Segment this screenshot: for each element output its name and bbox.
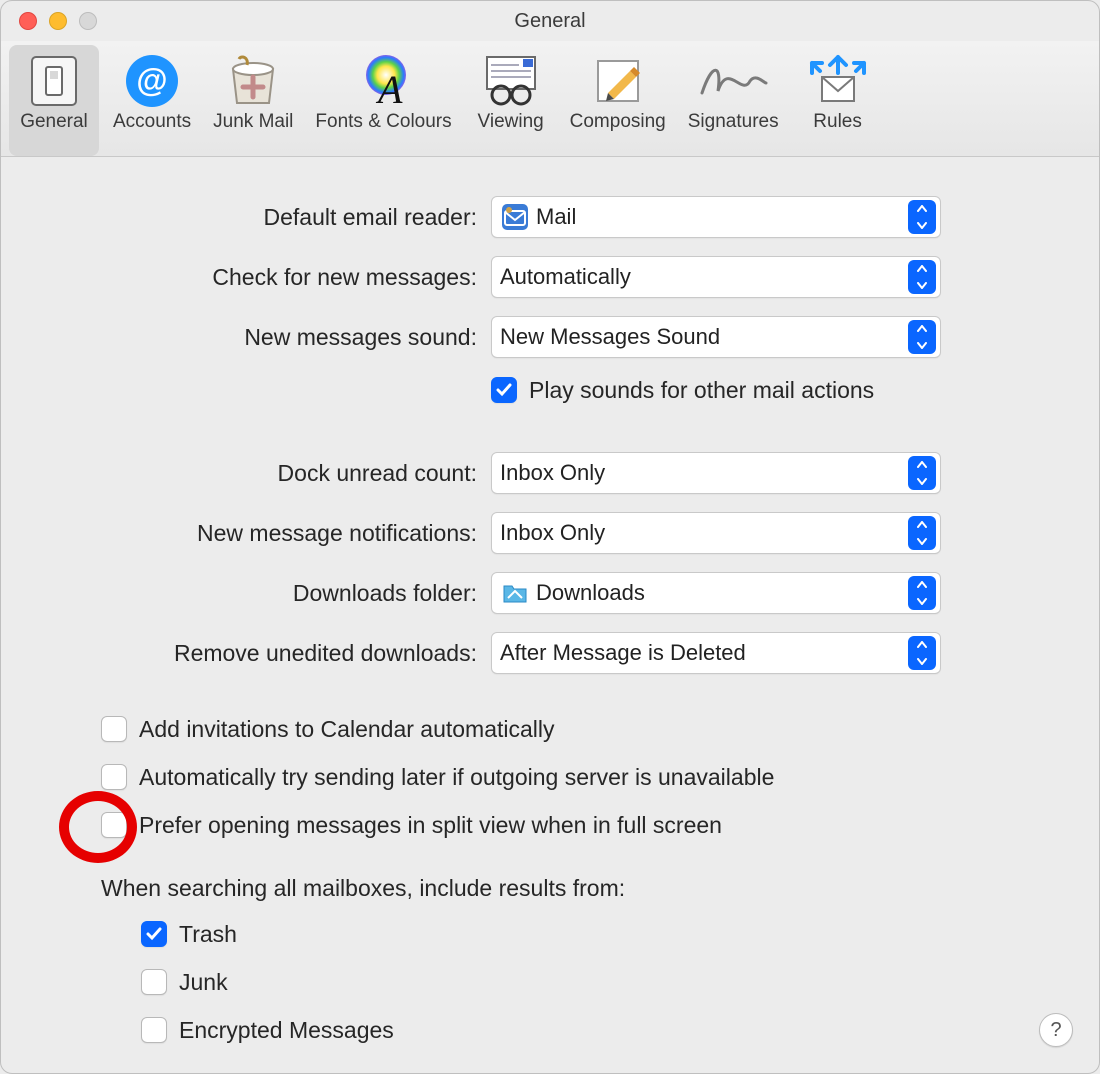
chevron-updown-icon — [908, 456, 936, 490]
window-title: General — [1, 10, 1099, 33]
preferences-toolbar: General @ Accounts Junk Mail — [1, 41, 1099, 157]
rules-icon — [808, 51, 868, 111]
invitations-label: Add invitations to Calendar automaticall… — [139, 716, 555, 743]
send-later-label: Automatically try sending later if outgo… — [139, 764, 774, 791]
sound-label: New messages sound: — [21, 324, 491, 351]
play-sounds-checkbox[interactable] — [491, 377, 517, 403]
tab-label: Viewing — [478, 111, 544, 133]
search-section-header: When searching all mailboxes, include re… — [21, 875, 1079, 902]
search-trash-checkbox[interactable] — [141, 921, 167, 947]
split-view-checkbox[interactable] — [101, 812, 127, 838]
chevron-updown-icon — [908, 516, 936, 550]
check-messages-label: Check for new messages: — [21, 264, 491, 291]
general-pane: Default email reader: Mail Check for new… — [1, 157, 1099, 1074]
split-view-label: Prefer opening messages in split view wh… — [139, 812, 722, 839]
tab-signatures[interactable]: Signatures — [680, 45, 787, 156]
chevron-updown-icon — [908, 320, 936, 354]
tab-accounts[interactable]: @ Accounts — [105, 45, 199, 156]
tab-junk-mail[interactable]: Junk Mail — [205, 45, 301, 156]
composing-icon — [590, 51, 646, 111]
tab-label: Rules — [813, 111, 862, 133]
search-junk-label: Junk — [179, 969, 228, 996]
default-reader-select[interactable]: Mail — [491, 196, 941, 238]
default-reader-label: Default email reader: — [21, 204, 491, 231]
invitations-checkbox[interactable] — [101, 716, 127, 742]
remove-downloads-label: Remove unedited downloads: — [21, 640, 491, 667]
chevron-updown-icon — [908, 260, 936, 294]
chevron-updown-icon — [908, 636, 936, 670]
svg-text:@: @ — [136, 62, 167, 98]
preferences-window: General General @ Accounts — [0, 0, 1100, 1074]
select-value: After Message is Deleted — [500, 640, 908, 666]
select-value: Automatically — [500, 264, 908, 290]
junk-mail-icon — [225, 51, 281, 111]
search-junk-checkbox[interactable] — [141, 969, 167, 995]
chevron-updown-icon — [908, 200, 936, 234]
tab-label: Composing — [570, 111, 666, 133]
accounts-icon: @ — [124, 51, 180, 111]
send-later-checkbox[interactable] — [101, 764, 127, 790]
tab-rules[interactable]: Rules — [793, 45, 883, 156]
tab-composing[interactable]: Composing — [562, 45, 674, 156]
sound-select[interactable]: New Messages Sound — [491, 316, 941, 358]
tab-viewing[interactable]: Viewing — [466, 45, 556, 156]
tab-label: Signatures — [688, 111, 779, 133]
dock-count-select[interactable]: Inbox Only — [491, 452, 941, 494]
fonts-colours-icon: A — [356, 51, 412, 111]
titlebar: General — [1, 1, 1099, 41]
tab-fonts-colours[interactable]: A Fonts & Colours — [307, 45, 459, 156]
general-icon — [30, 51, 78, 111]
tab-general[interactable]: General — [9, 45, 99, 156]
help-button[interactable]: ? — [1039, 1013, 1073, 1047]
tab-label: Junk Mail — [213, 111, 293, 133]
remove-downloads-select[interactable]: After Message is Deleted — [491, 632, 941, 674]
search-trash-label: Trash — [179, 921, 237, 948]
check-messages-select[interactable]: Automatically — [491, 256, 941, 298]
notifications-label: New message notifications: — [21, 520, 491, 547]
tab-label: Accounts — [113, 111, 191, 133]
downloads-folder-label: Downloads folder: — [21, 580, 491, 607]
signatures-icon — [698, 51, 768, 111]
select-value: Mail — [536, 204, 908, 230]
downloads-folder-select[interactable]: Downloads — [491, 572, 941, 614]
viewing-icon — [481, 51, 541, 111]
select-value: New Messages Sound — [500, 324, 908, 350]
notifications-select[interactable]: Inbox Only — [491, 512, 941, 554]
tab-label: Fonts & Colours — [315, 111, 451, 133]
select-value: Inbox Only — [500, 520, 908, 546]
tab-label: General — [20, 111, 88, 133]
select-value: Downloads — [536, 580, 908, 606]
folder-icon — [500, 578, 530, 608]
search-encrypted-label: Encrypted Messages — [179, 1017, 394, 1044]
dock-count-label: Dock unread count: — [21, 460, 491, 487]
search-encrypted-checkbox[interactable] — [141, 1017, 167, 1043]
chevron-updown-icon — [908, 576, 936, 610]
select-value: Inbox Only — [500, 460, 908, 486]
svg-text:A: A — [375, 67, 403, 109]
mail-app-icon — [500, 202, 530, 232]
play-sounds-label: Play sounds for other mail actions — [529, 377, 874, 404]
